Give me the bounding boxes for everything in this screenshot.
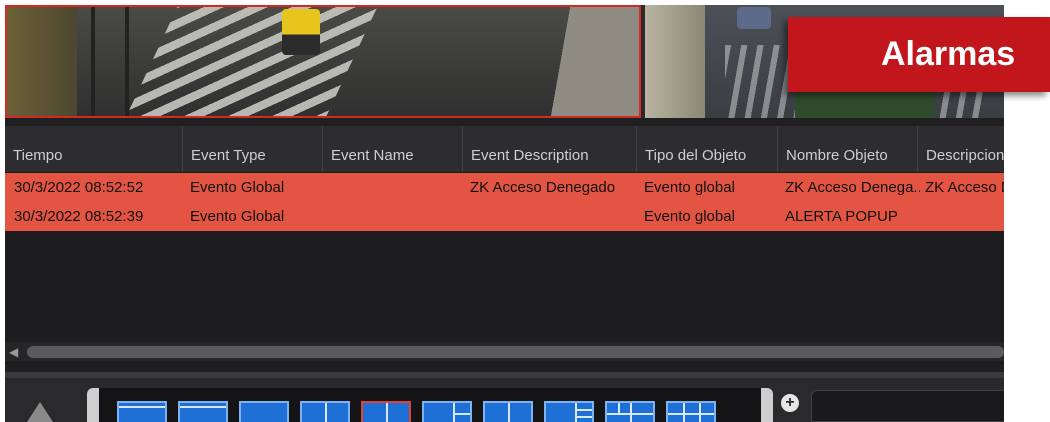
layout-single-icon[interactable] bbox=[239, 401, 289, 422]
cell-tiempo: 30/3/2022 08:52:39 bbox=[14, 208, 144, 225]
toolbar-divider bbox=[5, 372, 1004, 378]
layout-name-field[interactable] bbox=[811, 390, 1004, 422]
grid-header: Tiempo Event Type Event Name Event Descr… bbox=[5, 126, 1004, 172]
layout-2x2-icon[interactable] bbox=[605, 401, 655, 422]
scroll-left-icon[interactable]: ◀ bbox=[9, 345, 18, 359]
page-margin bbox=[1004, 92, 1050, 422]
camera-scene-sidewalk bbox=[547, 7, 639, 116]
grid-body: 30/3/2022 08:52:52 Evento Global ZK Acce… bbox=[5, 173, 1004, 231]
layout-1x1-icon[interactable] bbox=[117, 401, 167, 422]
alarmas-banner: Alarmas bbox=[788, 17, 1050, 92]
cell-tipo-objeto: Evento global bbox=[644, 208, 735, 225]
alarm-events-grid: Tiempo Event Type Event Name Event Descr… bbox=[5, 126, 1004, 364]
column-header-event-description[interactable]: Event Description bbox=[462, 126, 636, 172]
column-header-nombre-objeto[interactable]: Nombre Objeto bbox=[777, 126, 917, 172]
cell-event-type: Evento Global bbox=[190, 179, 285, 196]
layout-1x1-icon[interactable] bbox=[178, 401, 228, 422]
layout-2x1-icon[interactable] bbox=[483, 401, 533, 422]
layout-selector bbox=[87, 388, 773, 422]
camera-view-selected[interactable] bbox=[5, 5, 641, 118]
layout-1-plus-3-icon[interactable] bbox=[544, 401, 594, 422]
column-header-descripcion[interactable]: Descripcion d bbox=[917, 126, 1004, 172]
cell-tipo-objeto: Evento global bbox=[644, 179, 735, 196]
table-row[interactable]: 30/3/2022 08:52:39 Evento Global Evento … bbox=[5, 202, 1004, 231]
scrollbar-thumb[interactable] bbox=[27, 346, 1004, 358]
camera-scene-wall bbox=[645, 5, 705, 118]
cell-event-type: Evento Global bbox=[190, 208, 285, 225]
camera-scene-taxi bbox=[282, 9, 320, 55]
layout-2x1-icon-selected[interactable] bbox=[361, 401, 411, 422]
cell-tiempo: 30/3/2022 08:52:52 bbox=[14, 179, 144, 196]
camera-scene-car bbox=[737, 7, 771, 29]
camera-scene-pole bbox=[91, 7, 95, 116]
cell-descripcion: ZK Acceso De bbox=[925, 179, 1004, 196]
layout-grid-icon[interactable] bbox=[666, 401, 716, 422]
cell-nombre-objeto: ZK Acceso Denega... bbox=[785, 179, 920, 196]
plus-circle-icon[interactable]: + bbox=[781, 394, 799, 412]
camera-scene-pole bbox=[125, 7, 129, 116]
table-row[interactable]: 30/3/2022 08:52:52 Evento Global ZK Acce… bbox=[5, 173, 1004, 202]
banner-title: Alarmas bbox=[881, 35, 1016, 73]
layout-toolbar: + bbox=[5, 372, 1004, 422]
camera-scene-building bbox=[7, 7, 77, 116]
column-header-tipo-objeto[interactable]: Tipo del Objeto bbox=[636, 126, 777, 172]
cell-nombre-objeto: ALERTA POPUP bbox=[785, 208, 898, 225]
cell-event-description: ZK Acceso Denegado bbox=[470, 179, 616, 196]
column-header-event-type[interactable]: Event Type bbox=[182, 126, 322, 172]
column-header-tiempo[interactable]: Tiempo bbox=[5, 126, 182, 172]
column-header-event-name[interactable]: Event Name bbox=[322, 126, 462, 172]
triangle-up-icon[interactable] bbox=[27, 402, 53, 422]
layout-1-plus-2-icon[interactable] bbox=[422, 401, 472, 422]
camera-scene-crosswalk bbox=[112, 7, 382, 116]
horizontal-scrollbar[interactable]: ◀ bbox=[5, 342, 1004, 361]
layout-2x1-icon[interactable] bbox=[300, 401, 350, 422]
